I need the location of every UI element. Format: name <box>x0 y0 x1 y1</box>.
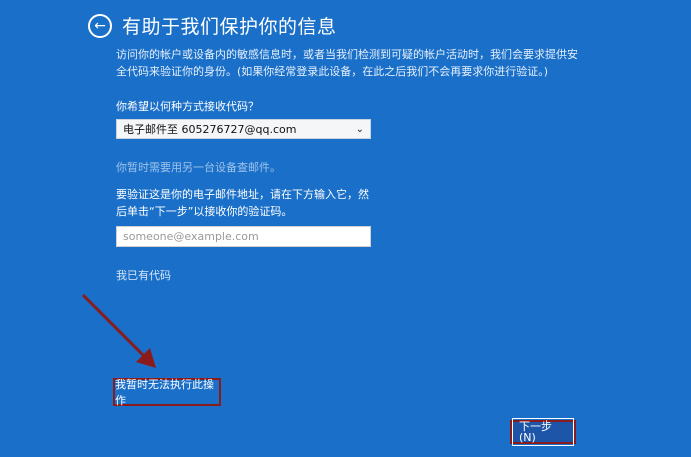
next-button-label: 下一步(N) <box>512 418 574 446</box>
annotation-arrow <box>81 293 156 368</box>
cant-do-now-link[interactable]: 我暂时无法执行此操作 <box>113 378 221 407</box>
next-button[interactable]: 下一步(N) <box>510 418 576 446</box>
cant-do-now-label: 我暂时无法执行此操作 <box>115 378 214 407</box>
arrow-shaft <box>81 293 148 360</box>
